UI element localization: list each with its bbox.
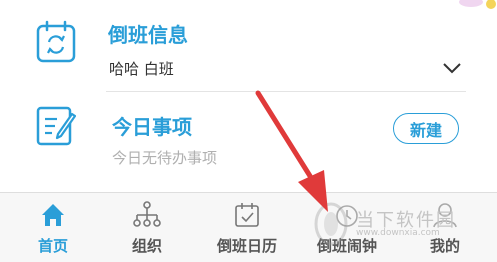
home-icon <box>42 204 64 226</box>
watermark-logo <box>314 202 348 246</box>
today-items-title: 今日事项 <box>112 115 192 139</box>
tab-shift-calendar[interactable]: 倒班日历 <box>202 193 292 262</box>
org-tree-icon <box>133 201 161 227</box>
tab-home[interactable]: 首页 <box>8 193 98 262</box>
shift-info-title: 倒班信息 <box>108 23 188 47</box>
app-screen: 倒班信息 哈哈 白班 今日事项 今日无待办事项 新建 首页 组织 倒班日历 倒班… <box>0 0 497 262</box>
shift-info-value: 哈哈 白班 <box>109 60 174 78</box>
watermark-url: www.downxia.com <box>356 228 440 238</box>
tab-me-label: 我的 <box>429 237 460 255</box>
shift-info-row[interactable]: 倒班信息 哈哈 白班 <box>0 0 497 92</box>
new-item-button[interactable]: 新建 <box>393 113 459 144</box>
tab-organization[interactable]: 组织 <box>102 193 192 262</box>
corner-decoration <box>459 0 496 9</box>
today-empty-text: 今日无待办事项 <box>112 149 218 167</box>
shift-calendar-icon <box>36 20 76 63</box>
tab-organization-label: 组织 <box>131 237 162 255</box>
notes-edit-icon <box>36 106 76 146</box>
tab-home-label: 首页 <box>37 237 68 255</box>
tab-shift-calendar-label: 倒班日历 <box>216 237 277 255</box>
calendar-icon <box>235 203 259 227</box>
chevron-down-icon[interactable] <box>442 62 462 74</box>
